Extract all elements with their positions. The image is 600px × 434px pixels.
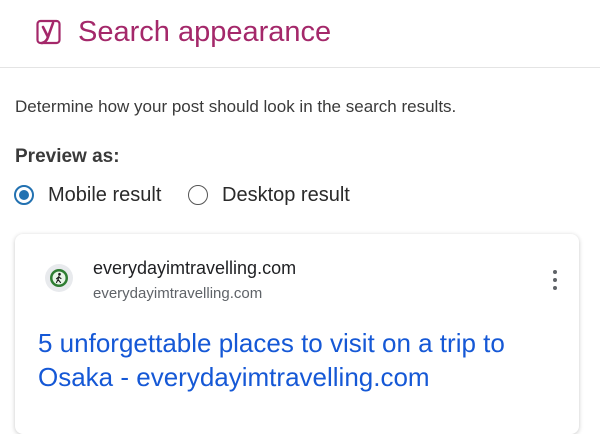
more-vertical-icon[interactable] — [545, 267, 565, 293]
radio-mobile-label[interactable]: Mobile result — [48, 184, 161, 207]
preview-as-label: Preview as: — [15, 146, 120, 167]
yoast-logo-icon — [36, 19, 61, 45]
hiker-favicon-icon — [45, 264, 73, 292]
description-text: Determine how your post should look in t… — [15, 97, 457, 116]
snippet-url: everydayimtravelling.com — [93, 285, 263, 302]
radio-desktop-result[interactable]: Desktop result — [188, 181, 350, 209]
search-result-preview-card: everydayimtravelling.com everydayimtrave… — [15, 234, 579, 434]
page-title: Search appearance — [78, 16, 332, 48]
snippet-title-link[interactable]: 5 unforgettable places to visit on a tri… — [38, 326, 568, 394]
radio-mobile-result[interactable]: Mobile result — [14, 181, 161, 209]
radio-checked-icon[interactable] — [14, 185, 34, 205]
radio-unchecked-icon[interactable] — [188, 185, 208, 205]
snippet-site-name: everydayimtravelling.com — [93, 258, 297, 278]
radio-desktop-label[interactable]: Desktop result — [222, 184, 350, 207]
panel-header: Search appearance — [0, 0, 600, 68]
